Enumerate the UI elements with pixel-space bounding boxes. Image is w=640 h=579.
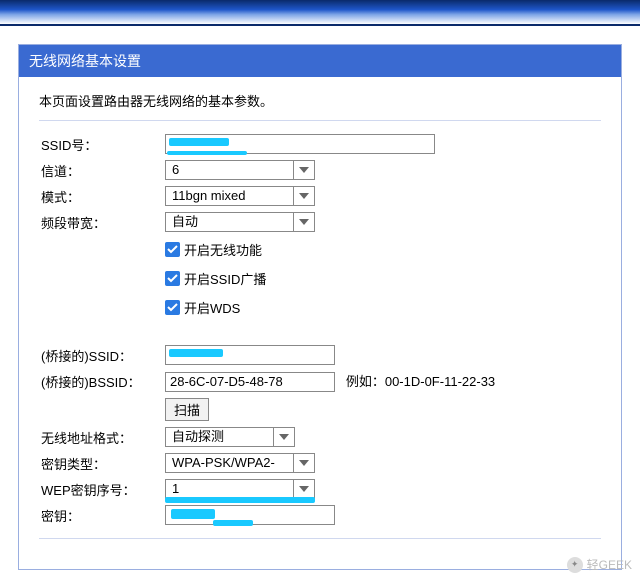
enable-wireless-label: 开启无线功能 <box>184 240 262 259</box>
wep-index-label: WEP密钥序号： <box>39 476 163 502</box>
enable-wireless-row[interactable]: 开启无线功能 <box>165 240 599 259</box>
wep-index-select[interactable]: 1 <box>165 479 315 499</box>
chevron-down-icon <box>273 428 294 446</box>
panel-title: 无线网络基本设置 <box>19 45 621 77</box>
enable-ssid-broadcast-label: 开启SSID广播 <box>184 269 266 288</box>
key-type-value: WPA-PSK/WPA2- <box>166 454 314 472</box>
chevron-down-icon <box>293 213 314 231</box>
checkbox-checked-icon <box>165 271 180 286</box>
watermark: ✦ 轻GEEK <box>567 556 632 573</box>
addr-format-label: 无线地址格式： <box>39 424 163 450</box>
bssid-hint: 例如：00-1D-0F-11-22-33 <box>346 374 495 389</box>
redacted-key-underline <box>213 520 253 526</box>
bridge-bssid-label: (桥接的)BSSID： <box>39 368 163 395</box>
key-type-label: 密钥类型： <box>39 450 163 476</box>
chevron-down-icon <box>293 454 314 472</box>
mode-label: 模式： <box>39 183 163 209</box>
addr-format-select[interactable]: 自动探测 <box>165 427 295 447</box>
top-banner <box>0 0 640 26</box>
form-table: SSID号： 信道： 6 <box>39 131 601 528</box>
chevron-down-icon <box>293 187 314 205</box>
key-type-select[interactable]: WPA-PSK/WPA2- <box>165 453 315 473</box>
channel-value: 6 <box>166 161 314 179</box>
redacted-ssid <box>169 138 229 146</box>
wechat-icon: ✦ <box>567 557 583 573</box>
bridge-ssid-label: (桥接的)SSID： <box>39 342 163 368</box>
enable-wds-row[interactable]: 开启WDS <box>165 298 599 317</box>
bridge-bssid-input[interactable] <box>165 372 335 392</box>
panel-description: 本页面设置路由器无线网络的基本参数。 <box>39 91 601 110</box>
checkbox-checked-icon <box>165 300 180 315</box>
redacted-bridge-ssid <box>169 349 223 357</box>
bandwidth-select[interactable]: 自动 <box>165 212 315 232</box>
enable-ssid-broadcast-row[interactable]: 开启SSID广播 <box>165 269 599 288</box>
chevron-down-icon <box>293 480 314 498</box>
checkbox-checked-icon <box>165 242 180 257</box>
mode-value: 11bgn mixed <box>166 187 314 205</box>
divider <box>39 120 601 121</box>
scan-button[interactable]: 扫描 <box>165 398 209 421</box>
channel-label: 信道： <box>39 157 163 183</box>
key-label: 密钥： <box>39 502 163 528</box>
mode-select[interactable]: 11bgn mixed <box>165 186 315 206</box>
redacted-key <box>171 509 215 519</box>
enable-wds-label: 开启WDS <box>184 298 240 317</box>
chevron-down-icon <box>293 161 314 179</box>
bandwidth-value: 自动 <box>166 213 314 231</box>
wep-index-value: 1 <box>166 480 314 498</box>
redacted-ssid-underline <box>167 151 247 155</box>
watermark-text: 轻GEEK <box>587 556 632 573</box>
bandwidth-label: 频段带宽： <box>39 209 163 235</box>
divider <box>39 538 601 539</box>
settings-panel: 无线网络基本设置 本页面设置路由器无线网络的基本参数。 SSID号： 信道： <box>18 44 622 570</box>
channel-select[interactable]: 6 <box>165 160 315 180</box>
ssid-label: SSID号： <box>39 131 163 157</box>
